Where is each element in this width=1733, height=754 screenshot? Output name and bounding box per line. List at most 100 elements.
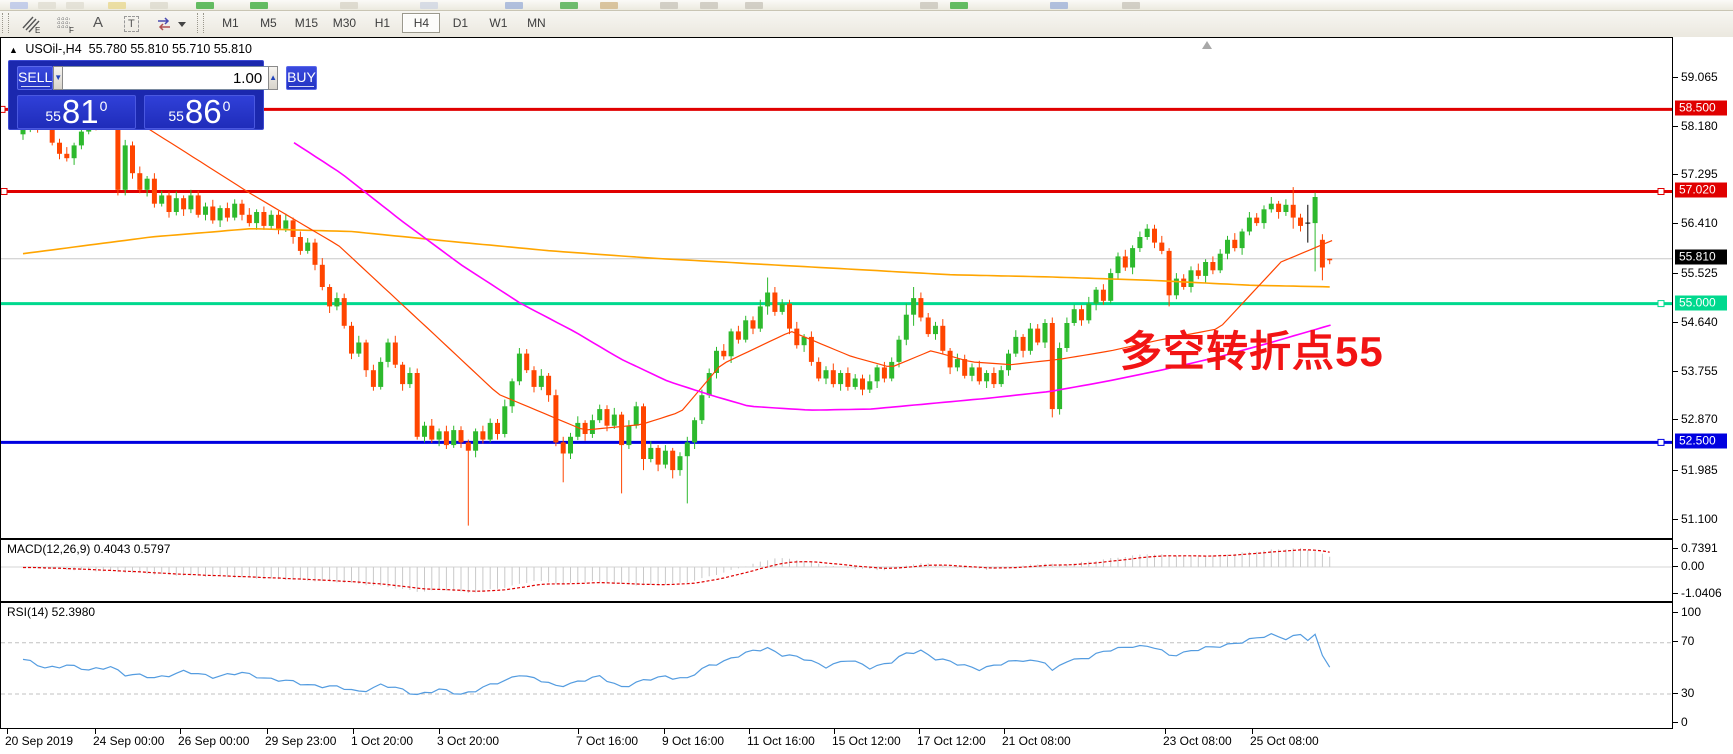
toolbar-icon-partial xyxy=(150,2,168,9)
price-axis-label: 0 xyxy=(1681,715,1688,729)
text-box-icon[interactable]: T xyxy=(118,12,144,34)
time-axis-label: 1 Oct 20:00 xyxy=(351,734,414,748)
toolbar-icon-partial xyxy=(560,2,578,9)
axis-tick xyxy=(1673,470,1678,471)
sell-button[interactable]: SELL xyxy=(17,66,54,90)
toolbar-icon-partial xyxy=(10,2,28,9)
toolbar-icon-partial xyxy=(600,2,618,9)
price-axis-label: 54.640 xyxy=(1681,315,1718,329)
chart-toolbar: E F A T M1 M5 M15 M30 H1 H4 D1 W1 MN xyxy=(0,11,1733,38)
price-axis-label: 70 xyxy=(1681,634,1695,648)
time-axis-label: 21 Oct 08:00 xyxy=(1002,734,1071,748)
axis-tick xyxy=(1673,693,1678,694)
axis-tick xyxy=(1673,612,1678,613)
axis-tick xyxy=(1673,722,1678,723)
toolbar-icon-partial xyxy=(1122,2,1140,9)
price-axis-label: -1.0406 xyxy=(1681,586,1722,600)
buy-price-pips: 86 xyxy=(184,93,222,130)
price-axis-label: 53.755 xyxy=(1681,364,1718,378)
timeframe-button-mn[interactable]: MN xyxy=(518,13,554,33)
price-axis-label: 51.985 xyxy=(1681,463,1718,477)
price-axis-label: 57.295 xyxy=(1681,167,1718,181)
buy-price-point: 0 xyxy=(222,98,231,114)
toolbar-icon-partial xyxy=(340,2,358,9)
timeframe-button-h4[interactable]: H4 xyxy=(402,13,441,33)
toolbar-icon-partial xyxy=(38,2,56,9)
text-label-icon[interactable]: A xyxy=(85,12,111,34)
price-axis-label: 52.870 xyxy=(1681,412,1718,426)
toolbar-grip-2[interactable] xyxy=(197,13,205,33)
timeframe-button-m1[interactable]: M1 xyxy=(212,13,248,33)
axis-tick xyxy=(1673,371,1678,372)
time-axis-label: 20 Sep 2019 xyxy=(5,734,74,748)
time-axis-label: 7 Oct 16:00 xyxy=(576,734,639,748)
time-axis-label: 11 Oct 16:00 xyxy=(747,734,815,748)
buy-button[interactable]: BUY xyxy=(286,66,317,90)
sell-price-whole: 55 xyxy=(45,108,61,124)
time-axis[interactable]: 20 Sep 2019 24 Sep 00:00 26 Sep 00:00 29 Se… xyxy=(0,729,1733,754)
one-click-trading-panel: SELL ▼ ▲ BUY 55 81 0 55 86 0 xyxy=(8,60,317,130)
buy-price-whole: 55 xyxy=(168,108,184,124)
volume-decrease-button[interactable]: ▼ xyxy=(53,66,64,90)
collapse-quote-icon[interactable]: ▲ xyxy=(9,45,18,55)
chart-text-annotation[interactable]: 多空转折点55 xyxy=(1120,318,1384,379)
price-axis-label: 0.7391 xyxy=(1681,541,1718,555)
toolbar-icon-partial xyxy=(920,2,938,9)
time-axis-label: 9 Oct 16:00 xyxy=(662,734,725,748)
toolbar-icon-partial xyxy=(250,2,268,9)
macd-signal-line xyxy=(23,549,1330,592)
price-axis[interactable]: 59.065 58.180 57.295 56.410 55.525 54.640 53.7… xyxy=(1673,37,1733,729)
time-axis-label: 26 Sep 00:00 xyxy=(178,734,250,748)
timeframe-button-m30[interactable]: M30 xyxy=(326,13,362,33)
draw-study-icon[interactable]: E xyxy=(18,12,44,34)
toolbar-grip[interactable] xyxy=(2,13,9,33)
symbol-name: USOil-,H4 xyxy=(25,42,82,56)
price-level-badge: 55.810 xyxy=(1675,249,1727,265)
price-axis-label: 100 xyxy=(1681,605,1702,619)
buy-price-button[interactable]: 55 86 0 xyxy=(143,93,255,130)
axis-tick xyxy=(1673,593,1678,594)
sell-price-pips: 81 xyxy=(61,93,99,130)
timeframe-button-m15[interactable]: M15 xyxy=(288,13,324,33)
volume-input[interactable] xyxy=(63,66,269,90)
time-axis-label: 25 Oct 08:00 xyxy=(1250,734,1319,748)
time-axis-label: 29 Sep 23:00 xyxy=(265,734,337,748)
axis-tick xyxy=(1673,322,1678,323)
axis-tick xyxy=(1673,566,1678,567)
toolbar-icon-partial xyxy=(66,2,84,9)
macd-indicator-pane[interactable]: MACD(12,26,9) 0.4043 0.5797 xyxy=(0,539,1673,602)
grid-icon[interactable]: F xyxy=(52,12,78,34)
axis-tick xyxy=(1673,519,1678,520)
time-axis-label: 23 Oct 08:00 xyxy=(1163,734,1232,748)
timeframe-button-m5[interactable]: M5 xyxy=(250,13,286,33)
toolbar-icon-partial xyxy=(1050,2,1068,9)
time-axis-label: 17 Oct 12:00 xyxy=(917,734,986,748)
sell-price-button[interactable]: 55 81 0 xyxy=(17,95,136,129)
toolbar-icon-partial xyxy=(420,2,438,9)
sell-price-point: 0 xyxy=(99,98,108,114)
svg-text:F: F xyxy=(69,26,74,34)
price-axis-label: 56.410 xyxy=(1681,216,1718,230)
symbol-ohlc: 55.780 55.810 55.710 55.810 xyxy=(88,42,252,56)
toolbar-icon-partial xyxy=(660,2,678,9)
price-axis-label: 51.100 xyxy=(1681,512,1718,526)
toolbar-icon-partial xyxy=(108,2,126,9)
timeframe-button-d1[interactable]: D1 xyxy=(442,13,478,33)
arrange-icon[interactable] xyxy=(152,12,190,34)
toolbar-icon-partial xyxy=(745,2,763,9)
timeframe-button-group: M1 M5 M15 M30 H1 H4 D1 W1 MN xyxy=(211,11,555,33)
price-level-badge: 57.020 xyxy=(1675,182,1727,198)
axis-tick xyxy=(1673,548,1678,549)
timeframe-button-h1[interactable]: H1 xyxy=(364,13,400,33)
axis-tick xyxy=(1673,273,1678,274)
rsi-label: RSI(14) 52.3980 xyxy=(7,605,96,619)
toolbar-icon-partial xyxy=(700,2,718,9)
axis-tick xyxy=(1673,174,1678,175)
price-level-badge: 55.000 xyxy=(1675,295,1727,311)
timeframe-button-w1[interactable]: W1 xyxy=(480,13,516,33)
rsi-indicator-pane[interactable]: RSI(14) 52.3980 xyxy=(0,602,1673,729)
clipped-upper-toolbar xyxy=(0,0,1733,11)
svg-text:E: E xyxy=(35,26,40,34)
volume-increase-button[interactable]: ▲ xyxy=(268,66,279,90)
ma-fast-line xyxy=(112,106,1333,431)
